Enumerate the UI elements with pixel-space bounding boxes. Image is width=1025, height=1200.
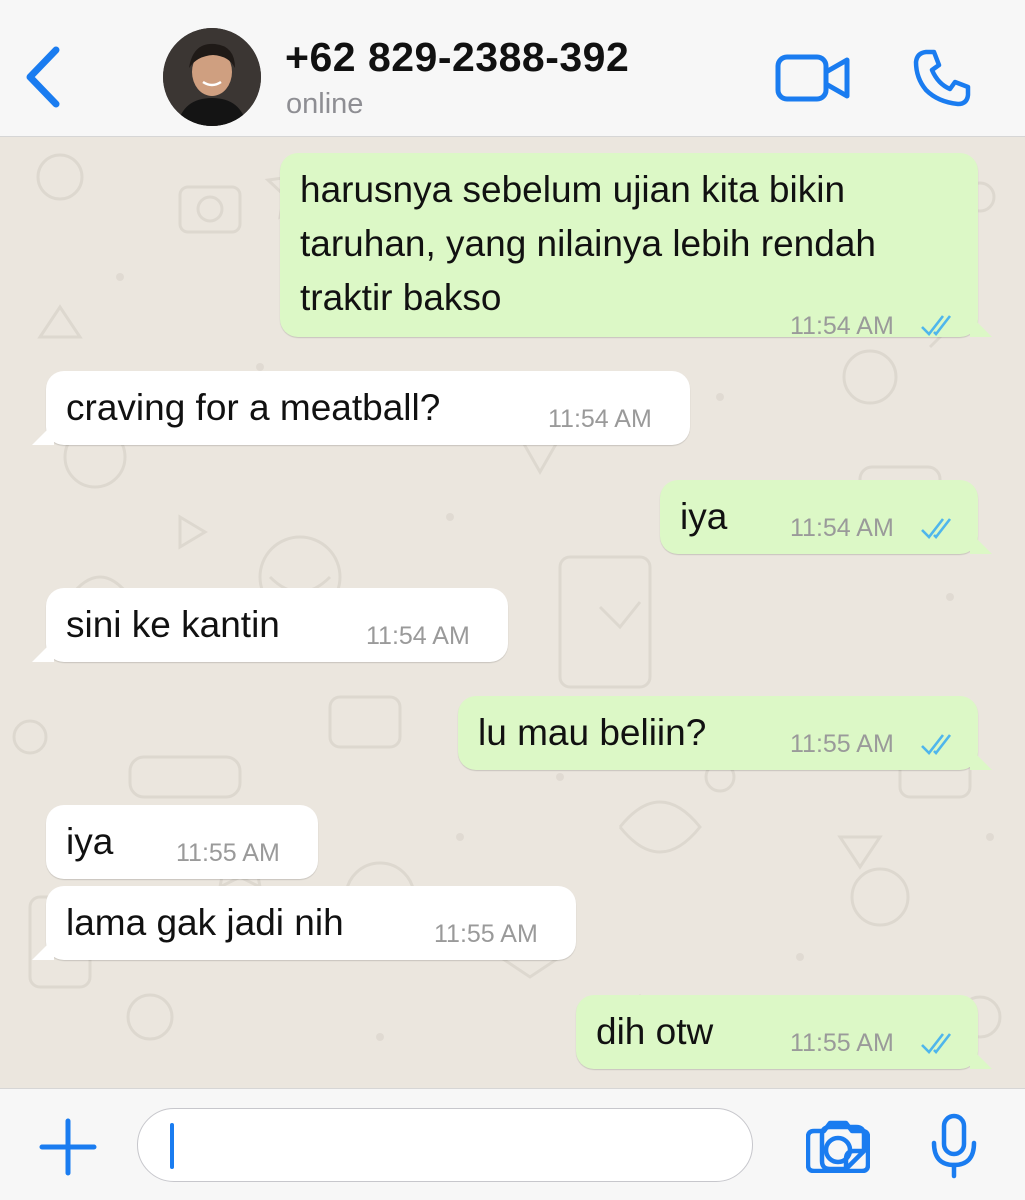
message-bubble-outgoing[interactable]: iya 11:54 AM: [660, 480, 992, 554]
microphone-icon[interactable]: [928, 1113, 980, 1179]
message-time: 11:55 AM: [790, 1029, 894, 1057]
message-bubble-incoming[interactable]: iya 11:55 AM: [46, 805, 318, 879]
message-time: 11:54 AM: [790, 514, 894, 542]
message-time: 11:55 AM: [434, 920, 538, 948]
message-time: 11:54 AM: [366, 622, 470, 650]
message-text: sini ke kantin: [66, 604, 280, 645]
contact-status: online: [286, 88, 364, 120]
chat-header: +62 829-2388-392 online: [0, 0, 1025, 137]
message-time: 11:55 AM: [176, 839, 280, 867]
message-bubble-incoming[interactable]: sini ke kantin 11:54 AM: [32, 588, 508, 662]
message-text: craving for a meatball?: [66, 387, 441, 428]
camera-icon[interactable]: [806, 1119, 870, 1173]
plus-icon[interactable]: [38, 1117, 98, 1177]
contact-avatar[interactable]: [163, 28, 261, 126]
message-list[interactable]: harusnya sebelum ujian kita bikin taruha…: [0, 137, 1025, 1088]
read-ticks-icon: [921, 734, 952, 755]
message-text: lama gak jadi nih: [66, 902, 344, 943]
message-bubble-outgoing[interactable]: lu mau beliin? 11:55 AM: [458, 696, 992, 770]
message-text: harusnya sebelum ujian kita bikin taruha…: [300, 169, 876, 318]
message-bubble-outgoing[interactable]: harusnya sebelum ujian kita bikin taruha…: [280, 153, 992, 340]
message-bubble-incoming[interactable]: craving for a meatball? 11:54 AM: [32, 371, 690, 445]
video-call-icon[interactable]: [775, 52, 851, 104]
back-chevron-icon[interactable]: [20, 42, 70, 112]
message-text: lu mau beliin?: [478, 712, 707, 753]
read-ticks-icon: [921, 315, 952, 336]
message-input[interactable]: [137, 1108, 867, 1182]
text-caret: [170, 1123, 174, 1169]
message-text: dih otw: [596, 1011, 714, 1052]
read-ticks-icon: [921, 1033, 952, 1054]
message-text: iya: [66, 821, 114, 862]
message-time: 11:55 AM: [790, 730, 894, 758]
message-bubble-outgoing[interactable]: dih otw 11:55 AM: [576, 995, 992, 1069]
read-ticks-icon: [921, 518, 952, 539]
message-bubble-incoming[interactable]: lama gak jadi nih 11:55 AM: [32, 886, 576, 960]
phone-call-icon[interactable]: [912, 48, 972, 108]
message-time: 11:54 AM: [548, 405, 652, 433]
composer-bar: [0, 1088, 1025, 1200]
message-text: iya: [680, 496, 728, 537]
message-time: 11:54 AM: [790, 312, 894, 340]
contact-name[interactable]: +62 829-2388-392: [285, 34, 629, 81]
